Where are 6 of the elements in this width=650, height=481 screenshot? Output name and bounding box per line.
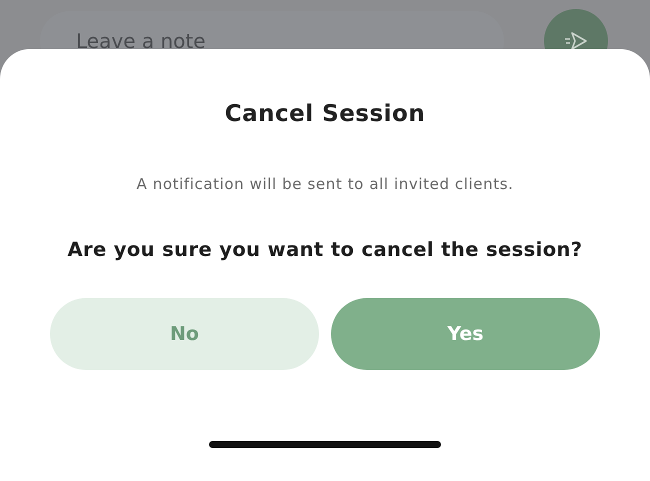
dialog-message: A notification will be sent to all invited clients. [136, 175, 514, 193]
dialog-question: Are you sure you want to cancel the session? [67, 238, 583, 261]
send-icon [563, 30, 589, 52]
confirm-button[interactable]: Yes [331, 298, 600, 370]
decline-button[interactable]: No [50, 298, 319, 370]
dialog-title: Cancel Session [224, 101, 426, 127]
